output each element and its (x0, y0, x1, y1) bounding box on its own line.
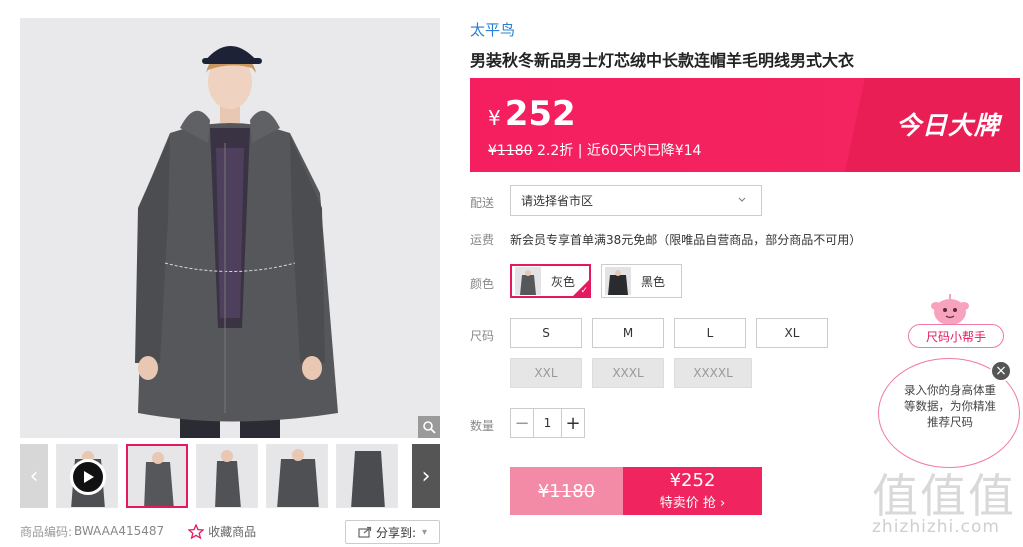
thumbnail-4[interactable] (336, 444, 398, 508)
discount-rate: 2.2折 (537, 143, 574, 159)
price-history: | 近60天内已降¥14 (577, 143, 702, 159)
model-coat-illustration (20, 18, 440, 438)
size-xxxl: XXXL (592, 358, 664, 388)
size-xl[interactable]: XL (756, 318, 828, 348)
quantity-plus-button[interactable]: + (562, 409, 584, 437)
shipping-info: 新会员专享首单满38元免邮（限唯品自营商品，部分商品不可用） (510, 233, 862, 247)
size-m[interactable]: M (592, 318, 664, 348)
quantity-label: 数量 (470, 419, 495, 433)
region-select[interactable]: 请选择省市区 (510, 185, 762, 216)
original-price: ¥1180 (488, 143, 533, 159)
check-icon: ✓ (580, 286, 588, 296)
price-subline: ¥1180 2.2折 | 近60天内已降¥14 (488, 140, 701, 160)
size-xxl: XXL (510, 358, 582, 388)
today-brand-badge: 今日大牌 (895, 111, 1000, 140)
product-meta-bar: 商品编码: BWAAA415487 收藏商品 分享到: ▾ (20, 518, 440, 544)
quantity-minus-button[interactable]: − (511, 409, 533, 437)
thumbnail-image (128, 446, 186, 506)
size-xxxxl: XXXXL (674, 358, 752, 388)
buy-price: ¥252 (669, 470, 716, 491)
thumbnail-image (197, 445, 257, 507)
price-banner: ¥ 252 ¥1180 2.2折 | 近60天内已降¥14 今日大牌 (470, 78, 1020, 172)
favorite-button[interactable]: 收藏商品 (188, 523, 256, 540)
thumbnail-image (337, 445, 397, 507)
zoom-icon[interactable] (418, 416, 440, 438)
size-helper-text: 录入你的身高体重等数据，为你精准推荐尺码 (904, 383, 996, 429)
swatch-image (605, 267, 631, 295)
thumbnail-image (267, 445, 327, 507)
thumbnail-video[interactable] (56, 444, 118, 508)
share-dropdown[interactable]: 分享到: ▾ (345, 520, 440, 544)
buy-action-text: 特卖价 抢 (659, 496, 716, 511)
buy-button[interactable]: ¥1180 ¥252 特卖价 抢 › (510, 467, 762, 515)
color-option-black[interactable]: 黑色 (601, 264, 682, 298)
brand-link[interactable]: 太平鸟 (470, 19, 515, 40)
buy-original-price: ¥1180 (510, 467, 623, 515)
product-page: ‹ › 商品编码: BWAAA415487 收藏商品 分享到: ▾ 太平鸟 男装… (0, 0, 1023, 547)
current-price-value: 252 (504, 94, 576, 134)
chevron-down-icon (738, 197, 746, 202)
size-helper-button[interactable]: 尺码小帮手 (908, 324, 1004, 348)
product-code-value: BWAAA415487 (74, 524, 165, 538)
color-label: 颜色 (470, 277, 495, 291)
current-price: ¥ 252 (488, 94, 576, 134)
chevron-right-icon: › (720, 496, 726, 511)
quantity-stepper: − 1 + (510, 408, 585, 438)
thumbnail-3[interactable] (266, 444, 328, 508)
size-s[interactable]: S (510, 318, 582, 348)
thumbnail-1[interactable] (126, 444, 188, 508)
buy-action[interactable]: ¥252 特卖价 抢 › (623, 467, 762, 515)
buy-action-label: 特卖价 抢 › (623, 492, 762, 511)
play-icon[interactable] (70, 459, 106, 495)
color-swatch-black (605, 267, 631, 295)
color-name-black: 黑色 (641, 274, 666, 289)
thumb-next-arrow-icon[interactable]: › (412, 444, 440, 508)
quantity-input[interactable]: 1 (533, 409, 562, 437)
region-select-value: 请选择省市区 (521, 194, 594, 208)
product-code-label: 商品编码: (20, 524, 73, 539)
color-name-gray: 灰色 (551, 274, 576, 289)
caret-down-icon: ▾ (422, 526, 428, 538)
color-option-gray[interactable]: 灰色 ✓ (510, 264, 591, 298)
currency-symbol: ¥ (488, 106, 501, 130)
share-icon (358, 526, 372, 538)
shipping-label: 运费 (470, 233, 495, 247)
color-swatch-gray (515, 267, 541, 295)
mascot-icon (931, 294, 969, 325)
delivery-label: 配送 (470, 196, 495, 210)
thumbnail-2[interactable] (196, 444, 258, 508)
share-label: 分享到: (375, 525, 416, 540)
main-product-image[interactable] (20, 18, 440, 438)
product-title: 男装秋冬新品男士灯芯绒中长款连帽羊毛明线男式大衣 (470, 51, 855, 70)
watermark-url: zhizhizhi.com (872, 517, 1000, 537)
size-l[interactable]: L (674, 318, 746, 348)
swatch-image (515, 267, 541, 295)
close-icon[interactable]: × (990, 360, 1012, 382)
size-label: 尺码 (470, 329, 495, 343)
star-icon (188, 523, 205, 539)
thumbnail-strip: ‹ › (20, 444, 440, 508)
thumb-prev-arrow-icon[interactable]: ‹ (20, 444, 48, 508)
favorite-label: 收藏商品 (208, 524, 257, 539)
